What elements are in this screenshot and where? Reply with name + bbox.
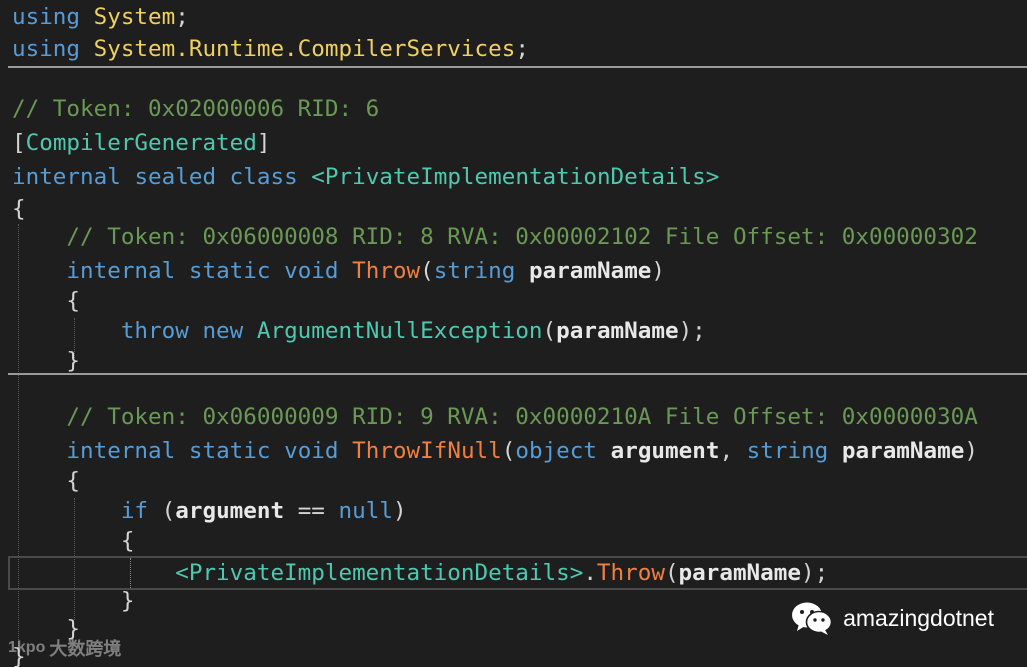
method-separator <box>8 373 1027 375</box>
keyword: using <box>12 36 81 62</box>
namespace-name: System <box>93 4 176 30</box>
keyword: static <box>188 258 271 284</box>
type-name: ArgumentNullException <box>256 318 543 344</box>
method-name: ThrowIfNull <box>352 438 502 464</box>
code-line-throw-token-comment[interactable]: // Token: 0x06000008 RID: 8 RVA: 0x00002… <box>12 220 978 254</box>
punctuation: } <box>120 588 135 614</box>
punctuation: { <box>12 196 26 222</box>
class-name: <PrivateImplementationDetails> <box>311 164 720 190</box>
code-line-throwifnull-open-brace[interactable]: { <box>12 464 80 498</box>
code-line-throw-method[interactable]: internal static void Throw(string paramN… <box>12 254 665 288</box>
punctuation: ) <box>651 258 666 284</box>
code-line-using-compilerservices[interactable]: using System.Runtime.CompilerServices; <box>12 32 529 66</box>
punctuation: { <box>120 528 135 554</box>
code-line-throw-open-brace[interactable]: { <box>12 284 80 318</box>
code-line-class-token-comment[interactable]: // Token: 0x02000006 RID: 6 <box>12 92 379 126</box>
keyword: new <box>202 318 244 344</box>
method-name: Throw <box>352 258 421 284</box>
code-editor[interactable]: using System; using System.Runtime.Compi… <box>0 0 1027 667</box>
code-line-class-declaration[interactable]: internal sealed class <PrivateImplementa… <box>12 160 719 194</box>
wechat-watermark: amazingdotnet <box>791 598 994 638</box>
punctuation: ) <box>392 498 407 524</box>
punctuation: ); <box>678 318 706 344</box>
keyword: sealed <box>134 164 217 190</box>
keyword: internal <box>66 438 176 464</box>
punctuation: [ <box>12 130 26 156</box>
code-line-using-system[interactable]: using System; <box>12 0 189 34</box>
corner-logo-text: 大数跨境 <box>49 639 122 660</box>
code-line-throwifnull-token-comment[interactable]: // Token: 0x06000009 RID: 9 RVA: 0x00002… <box>12 400 978 434</box>
code-line-throwifnull-method[interactable]: internal static void ThrowIfNull(object … <box>12 434 978 468</box>
corner-logo: 1kpo 大数跨境 <box>8 635 121 661</box>
operator: == <box>297 498 325 524</box>
punctuation: ] <box>256 130 271 156</box>
attribute-name: CompilerGenerated <box>25 130 257 156</box>
comment: // Token: 0x06000008 RID: 8 RVA: 0x00002… <box>66 224 978 250</box>
punctuation: ( <box>420 258 434 284</box>
punctuation: ( <box>664 560 679 586</box>
keyword: internal <box>66 258 176 284</box>
keyword: string <box>433 258 516 284</box>
keyword: if <box>120 498 149 524</box>
parameter-name: paramName <box>556 318 679 344</box>
keyword: null <box>338 498 393 524</box>
punctuation: ( <box>501 438 516 464</box>
punctuation: ; <box>175 4 189 30</box>
comment: // Token: 0x02000006 RID: 6 <box>12 96 380 122</box>
keyword: internal <box>12 164 121 190</box>
keyword: throw <box>120 318 189 344</box>
keyword: string <box>746 438 829 464</box>
punctuation: { <box>66 468 81 494</box>
keyword: class <box>229 164 298 190</box>
punctuation: ; <box>515 36 529 62</box>
punctuation: { <box>66 288 81 314</box>
punctuation: , <box>719 438 734 464</box>
keyword: object <box>515 438 597 464</box>
wechat-icon <box>792 602 833 635</box>
method-name: Throw <box>596 560 665 586</box>
punctuation: } <box>66 348 81 374</box>
code-line-throw-statement[interactable]: throw new ArgumentNullException(paramNam… <box>12 314 706 348</box>
punctuation: ) <box>964 438 978 464</box>
using-separator <box>8 66 1027 68</box>
code-line-if-open-brace[interactable]: { <box>12 524 135 558</box>
punctuation: ); <box>800 560 829 586</box>
namespace-name: System.Runtime.CompilerServices <box>93 36 516 62</box>
code-line-throw-close-brace[interactable]: } <box>12 344 80 378</box>
punctuation: . <box>583 560 597 586</box>
parameter-name: argument <box>610 438 720 464</box>
class-name: <PrivateImplementationDetails> <box>175 560 584 586</box>
parameter-name: argument <box>175 498 285 524</box>
comment: // Token: 0x06000009 RID: 9 RVA: 0x00002… <box>66 404 978 430</box>
watermark-text: amazingdotnet <box>843 604 994 631</box>
keyword: void <box>284 438 339 464</box>
parameter-name: paramName <box>528 258 652 284</box>
keyword: using <box>12 4 81 30</box>
corner-logo-mark: 1kpo <box>8 639 46 656</box>
punctuation: ( <box>161 498 176 524</box>
keyword: void <box>284 258 339 284</box>
keyword: static <box>188 438 271 464</box>
code-line-if-statement[interactable]: if (argument == null) <box>12 494 407 528</box>
parameter-name: paramName <box>841 438 965 464</box>
parameter-name: paramName <box>678 560 801 586</box>
code-line-attribute[interactable]: [CompilerGenerated] <box>12 126 270 160</box>
punctuation: ( <box>542 318 557 344</box>
